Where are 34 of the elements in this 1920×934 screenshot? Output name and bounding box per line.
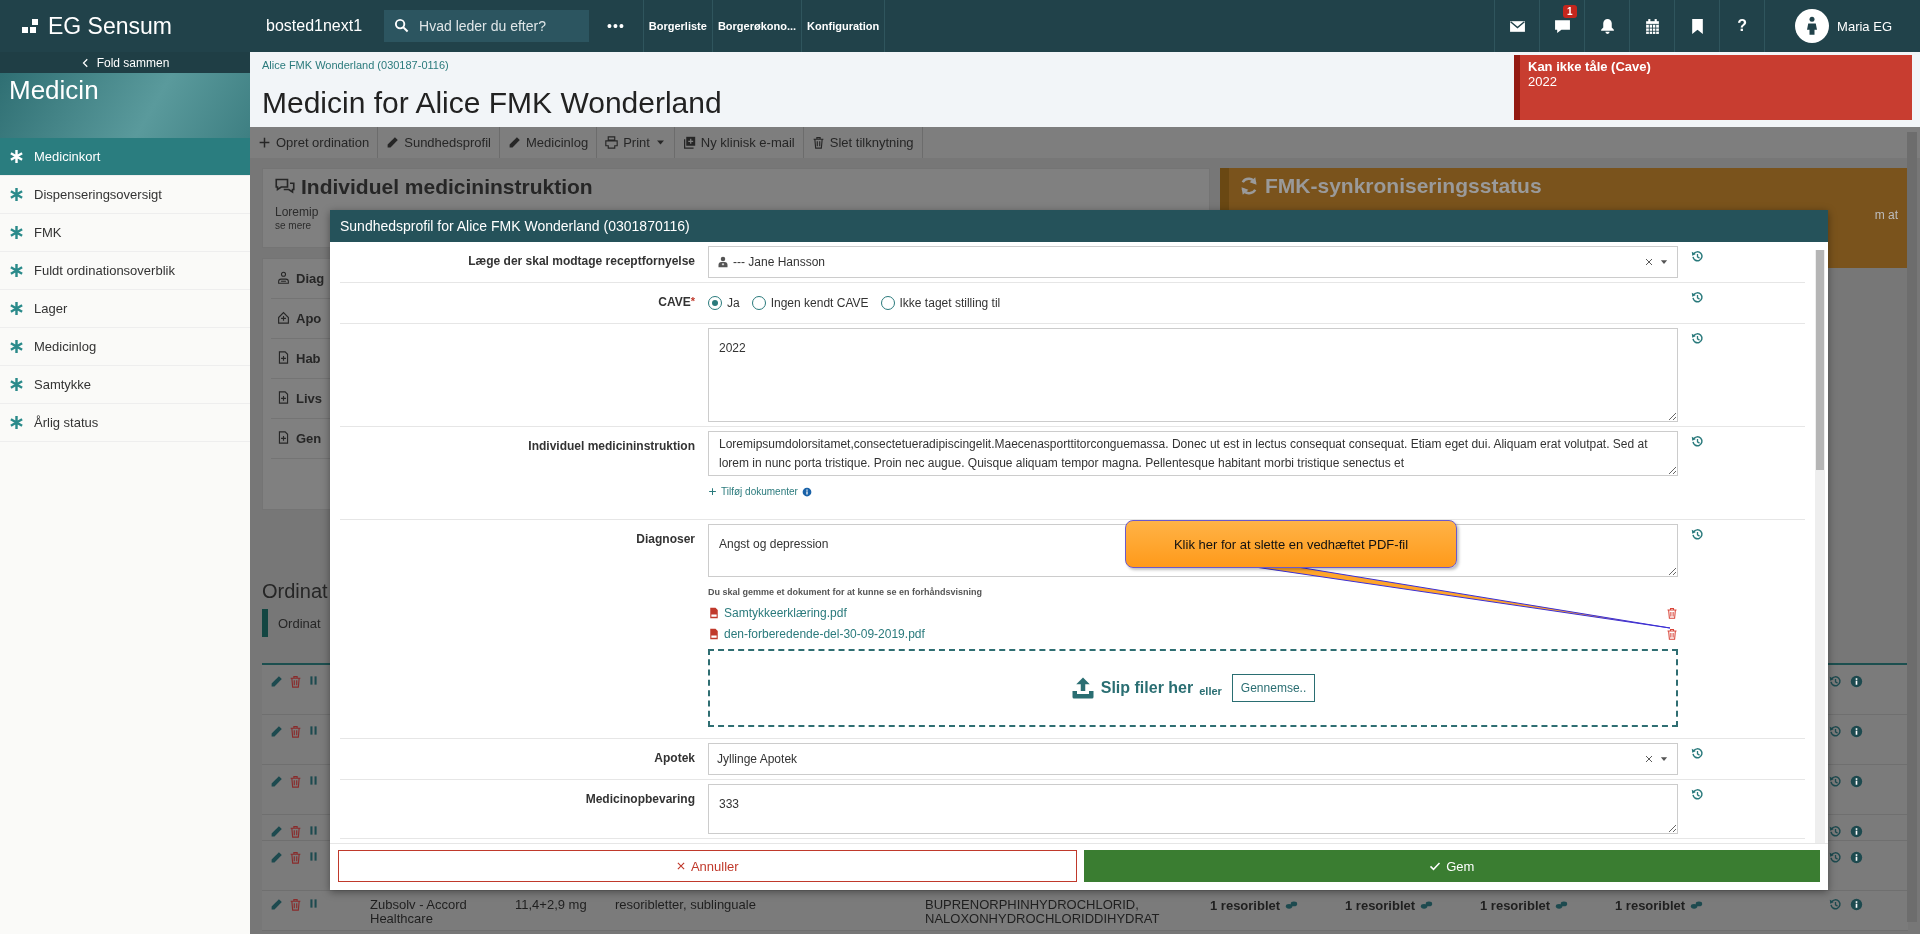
card-title: FMK-synkroniseringsstatus — [1265, 174, 1542, 198]
section-label: Diag — [296, 271, 325, 286]
alert-box: Kan ikke tåle (Cave) 2022 — [1514, 55, 1912, 120]
dialog-title: Sundhedsprofil for Alice FMK Wonderland (0301870116) — [330, 210, 1828, 242]
table-cell-text: resoribletter, sublinguale — [615, 898, 757, 912]
field-label: Medicinopbevaring — [585, 792, 695, 806]
card-text: Loremip — [275, 205, 319, 219]
page-title: Medicin for Alice FMK Wonderland — [262, 86, 722, 120]
section-label: Gen — [296, 431, 322, 446]
dose-cell: 1 resoriblet — [1345, 898, 1416, 913]
card-title: Individuel medicininstruktion — [301, 175, 593, 199]
card-text: m at — [1874, 208, 1898, 222]
section-label: Hab — [296, 351, 321, 366]
table-cell-text: Zubsolv - Accord Healthcare — [370, 898, 468, 926]
site-name: bosted1next1 — [266, 17, 363, 35]
table-cell-text: BUPRENORPHINHYDROCHLORID, NALOXONHYDROCHLORIDDIHYDRAT — [925, 898, 1161, 926]
hint-text: Du skal gemme et dokument for at kunne se en forhåndsvisning — [708, 587, 983, 597]
field-label: Læge der skal modtage receptfornyelse — [468, 254, 695, 268]
callout-tooltip: Klik her for at slette en vedhæftet PDF-fil — [1125, 520, 1457, 568]
section-label: Apo — [296, 311, 322, 326]
field-label: Diagnoser — [636, 532, 695, 546]
dose-cell: 1 resoriblet — [1210, 898, 1281, 913]
drop-text: eller — [1199, 685, 1222, 697]
notification-badge: 1 — [1563, 5, 1577, 18]
section-label: Livs — [296, 391, 322, 406]
field-label: CAVE* — [658, 295, 695, 309]
section-header: Medicin — [0, 73, 250, 138]
section-heading: Ordinat — [262, 580, 328, 603]
table-cell-text: 11,4+2,9 mg — [515, 898, 588, 912]
drop-text: Slip filer her — [1100, 679, 1194, 697]
field-label: Individuel medicininstruktion — [528, 439, 695, 453]
dose-cell: 1 resoriblet — [1615, 898, 1686, 913]
field-label: Apotek — [654, 751, 695, 765]
dose-cell: 1 resoriblet — [1480, 898, 1551, 913]
